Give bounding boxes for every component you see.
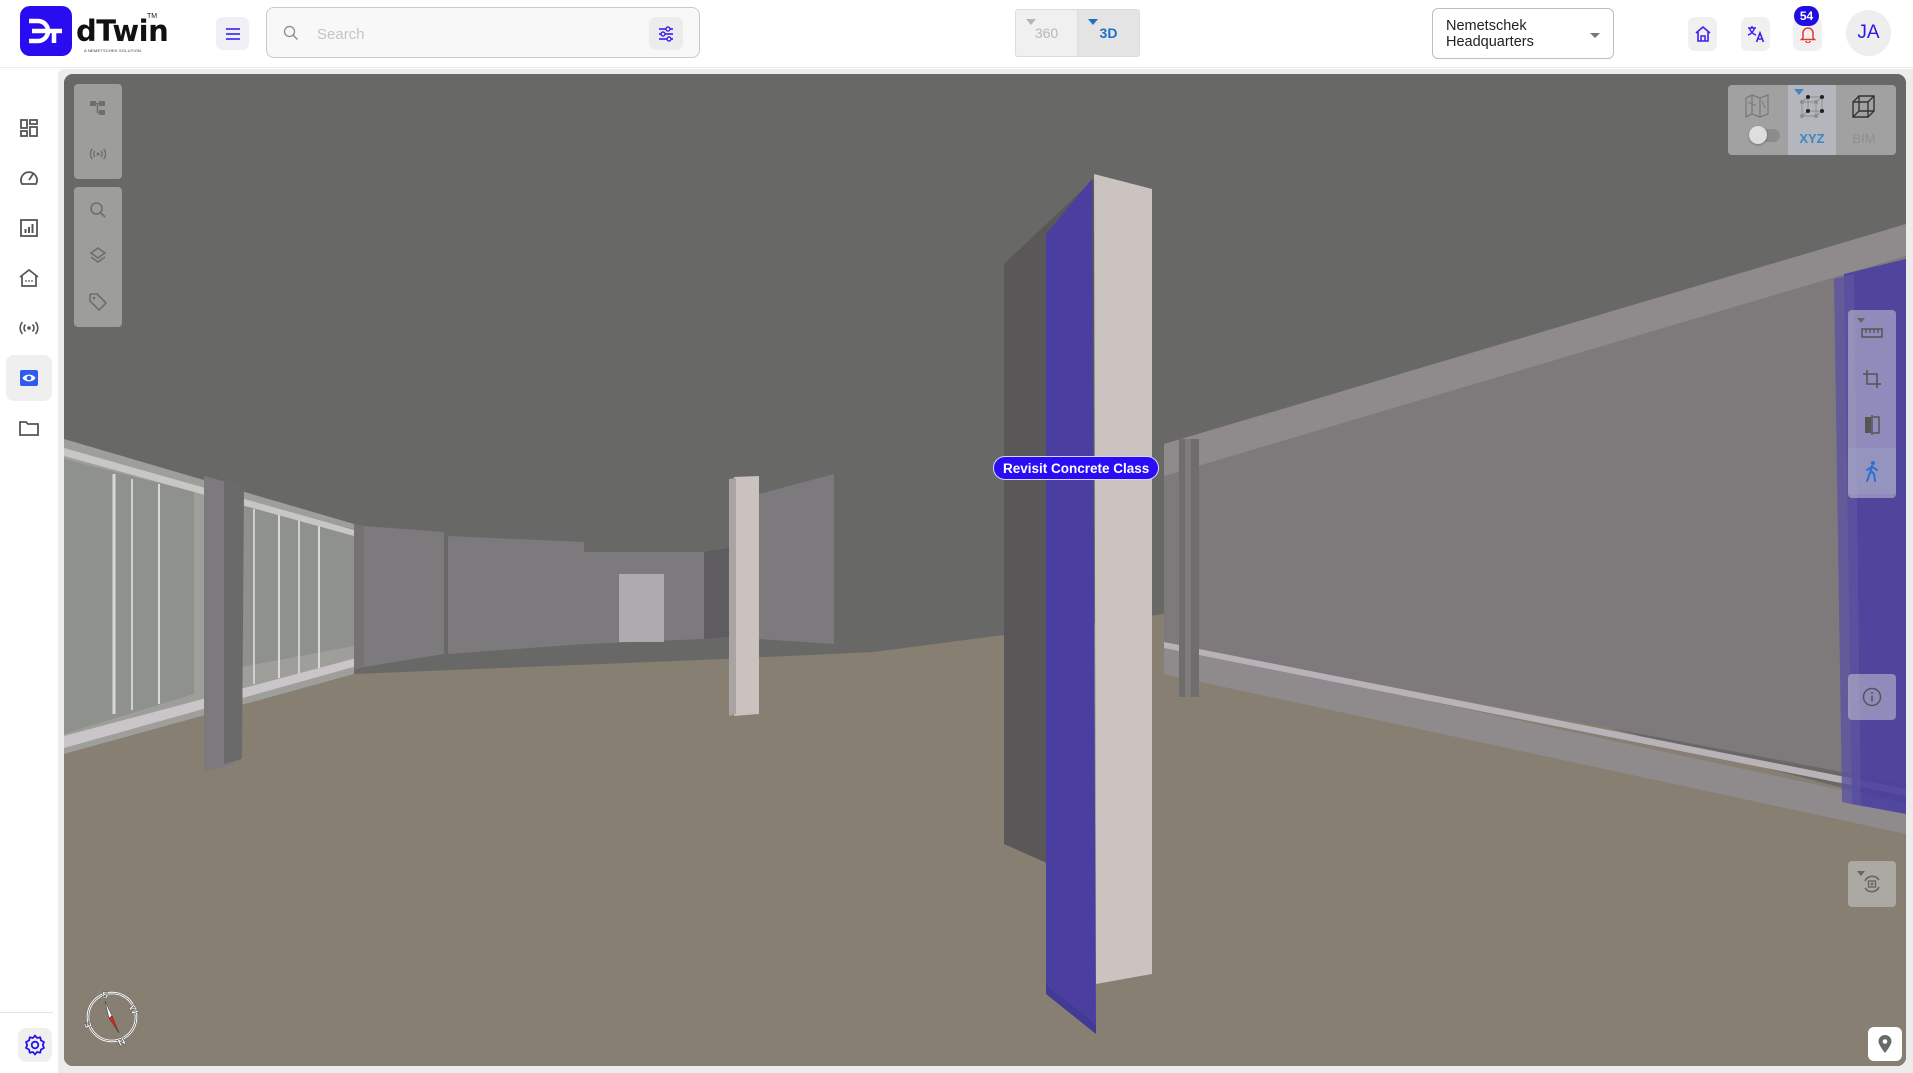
map-view-option[interactable]: [1732, 85, 1780, 155]
dropdown-triangle-icon: [1026, 19, 1036, 25]
dropdown-triangle-icon: [1088, 19, 1098, 25]
right-toolbar: [1848, 310, 1896, 498]
eye-icon: [20, 370, 38, 386]
measure-button[interactable]: [1848, 310, 1896, 356]
compass-label-w: W: [126, 1003, 140, 1017]
search-icon: [283, 25, 298, 40]
menu-button[interactable]: [216, 17, 249, 50]
compass-label-n: N: [117, 1037, 129, 1047]
search-input[interactable]: [317, 20, 617, 48]
bim-label: BIM: [1852, 131, 1876, 146]
compass[interactable]: S W N E: [82, 987, 142, 1047]
sidebar-item-reports[interactable]: [6, 205, 52, 251]
logo-mark-icon: [29, 18, 62, 44]
settings-button[interactable]: [18, 1028, 52, 1062]
search-box: [266, 7, 700, 58]
tag-icon: [89, 293, 107, 311]
dtwin-logo[interactable]: [20, 6, 72, 56]
location-button[interactable]: [1868, 1027, 1902, 1061]
camera-panel: [1848, 861, 1896, 907]
compass-label-e: E: [84, 1020, 96, 1029]
sidebar-item-files[interactable]: [6, 405, 52, 451]
sidebar-item-viewer[interactable]: [6, 355, 52, 401]
logo-tagline: A NEMETSCHEK SOLUTION: [84, 48, 142, 53]
point-cloud-icon: [1800, 95, 1824, 118]
info-button[interactable]: [1848, 674, 1896, 720]
walk-icon: [1866, 461, 1878, 482]
3d-scene[interactable]: [64, 74, 1906, 1066]
gear-icon: [25, 1034, 45, 1056]
xyz-label: XYZ: [1799, 131, 1825, 146]
map-icon: [1745, 94, 1769, 119]
cube-icon: [1852, 95, 1875, 118]
gauge-icon: [20, 171, 38, 185]
round-column: [1179, 439, 1199, 697]
sliders-icon: [659, 25, 673, 42]
crop-button[interactable]: [1848, 356, 1896, 402]
translate-button[interactable]: [1741, 17, 1770, 51]
issue-tag[interactable]: Revisit Concrete Class: [993, 456, 1160, 480]
walk-mode-button[interactable]: [1848, 448, 1896, 494]
info-panel: [1848, 674, 1896, 720]
folder-icon: [19, 421, 39, 436]
user-avatar[interactable]: JA: [1846, 10, 1891, 56]
bar-chart-icon: [20, 219, 38, 237]
tags-button[interactable]: [74, 279, 122, 325]
compass-needle-north: [108, 1015, 120, 1034]
view-mode-toggle: 360 3D: [1015, 9, 1140, 57]
sidebar-item-buildings[interactable]: [6, 255, 52, 301]
sidebar-divider: [0, 1012, 53, 1013]
compass-label-s: S: [102, 991, 108, 1001]
home-icon: [1694, 25, 1711, 42]
layers-icon: [89, 247, 107, 263]
xyz-view-option[interactable]: XYZ: [1788, 85, 1836, 155]
search-objects-button[interactable]: [74, 187, 122, 233]
notification-count-badge: 54: [1794, 6, 1819, 26]
chevron-down-icon: [1590, 33, 1600, 38]
sensor-icon: [19, 321, 39, 335]
dashboard-icon: [20, 119, 38, 137]
mode-3d-button[interactable]: 3D: [1078, 10, 1139, 56]
rotate-camera-button[interactable]: [1848, 861, 1896, 907]
bim-view-option[interactable]: BIM: [1840, 85, 1888, 155]
ruler-icon: [1861, 328, 1883, 338]
3d-viewport[interactable]: XYZ BIM Revisit Concrete Class S W N E: [64, 74, 1906, 1066]
site-selector[interactable]: Nemetschek Headquarters: [1432, 8, 1614, 59]
mode-3d-label: 3D: [1099, 25, 1118, 41]
sidebar-item-dashboard[interactable]: [6, 105, 52, 151]
hamburger-menu-icon: [225, 27, 240, 40]
left-toolbar-group-1: [74, 84, 122, 179]
hierarchy-icon: [90, 101, 105, 115]
compass-needle-south: [104, 1000, 113, 1019]
sidebar-item-sensors[interactable]: [6, 305, 52, 351]
sidebar-item-performance[interactable]: [6, 155, 52, 201]
view-switch: XYZ BIM: [1728, 85, 1896, 155]
mode-360-button[interactable]: 360: [1016, 10, 1078, 56]
dropdown-triangle-icon: [1857, 871, 1865, 876]
compare-icon: [1865, 415, 1880, 435]
layers-button[interactable]: [74, 233, 122, 279]
crop-icon: [1863, 370, 1881, 388]
top-bar: dTwin TM A NEMETSCHEK SOLUTION 360 3D: [0, 0, 1913, 68]
hierarchy-button[interactable]: [74, 85, 122, 131]
house-icon: [19, 268, 39, 287]
toggle-knob: [1749, 126, 1767, 144]
search-icon: [90, 202, 106, 218]
sensor-icon: [89, 148, 107, 160]
translate-icon: [1747, 26, 1764, 43]
map-pin-icon: [1878, 1035, 1892, 1053]
search-filter-button[interactable]: [649, 17, 683, 50]
sidebar: [0, 69, 58, 1073]
dropdown-triangle-icon: [1857, 318, 1865, 323]
home-button[interactable]: [1688, 17, 1717, 51]
info-icon: [1862, 687, 1882, 707]
site-selector-value: Nemetschek Headquarters: [1446, 17, 1534, 50]
sensor-button[interactable]: [74, 131, 122, 177]
map-toggle[interactable]: [1749, 126, 1780, 144]
compare-button[interactable]: [1848, 402, 1896, 448]
left-toolbar-group-2: [74, 187, 122, 327]
logo-trademark: TM: [147, 13, 158, 20]
mode-360-label: 360: [1034, 25, 1059, 41]
bell-icon: [1799, 27, 1816, 43]
